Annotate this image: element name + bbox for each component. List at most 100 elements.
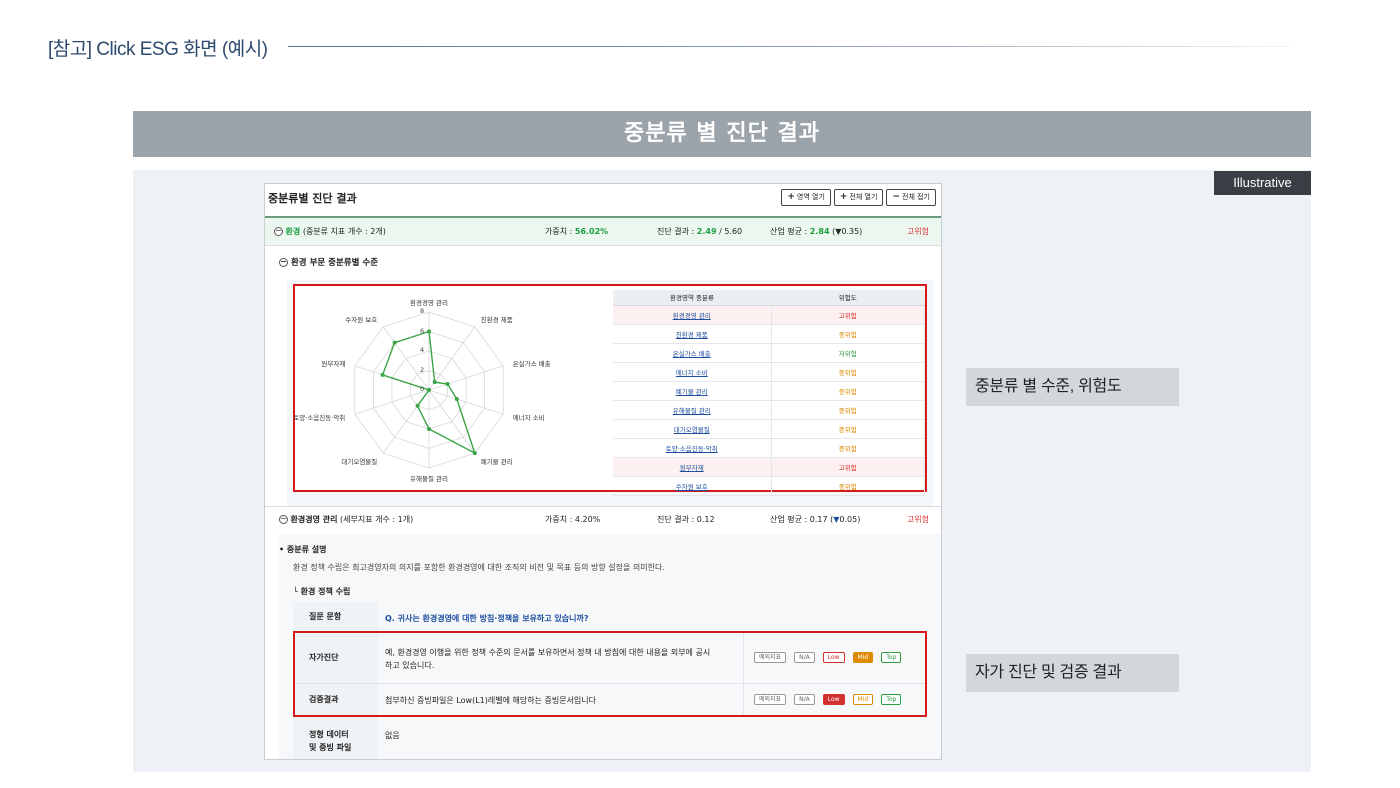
radar-spoke [382,326,430,391]
table-row: 유해물질 관리 중위험 [613,400,925,420]
category-link[interactable]: 온실가스 배출 [613,343,772,363]
risk-value: 중위험 [771,381,925,401]
minus-icon: − [892,192,900,202]
risk-value: 중위험 [771,438,925,458]
category-link[interactable]: 친환경 제품 [613,324,772,344]
collapse-icon[interactable]: − [274,227,283,236]
esg-screen: 중분류별 진단 결과 + 영역 열기 + 전체 열기 − 전체 접기 − 환경 (중분… [264,183,942,760]
mgmt-result: 진단 결과 : 0.12 [657,515,715,524]
table-header-risk: 위험도 [771,290,925,306]
callout-level-risk: 중분류 별 수준, 위험도 [966,368,1179,406]
table-header-category: 환경영역 중분류 [613,290,771,306]
radar-point [454,397,459,402]
sub-heading[interactable]: − 환경 부문 중분류별 수준 [279,256,378,268]
environment-summary-row[interactable]: − 환경 (중분류 지표 개수 : 2개) 가중치 : 56.02% 진단 결과… [265,216,941,246]
radar-axis-label: 환경경영 관리 [410,299,448,307]
risk-value: 저위험 [771,343,925,363]
description-text: 환경 정책 수립은 최고경영자의 의지를 포함한 환경경영에 대한 조직의 비전… [293,563,665,572]
radar-point [415,403,420,408]
description-heading: • 중분류 설명 [279,545,327,554]
callout-self-diagnosis: 자가 진단 및 검증 결과 [966,654,1179,692]
industry-average: 산업 평균 : 2.84 (▼0.35) [770,227,863,236]
radar-tick-label: 4 [420,346,425,354]
risk-value: 중위험 [771,400,925,420]
title-divider [288,46,1292,47]
diagnosis-highlight-box [293,631,927,717]
table-row: 수자원 보호 중위험 [613,476,925,496]
risk-value: 고위험 [771,305,925,325]
data-file-value: 없음 [385,731,400,740]
mgmt-weight: 가중치 : 4.20% [545,515,601,524]
category-link[interactable]: 에너지 소비 [613,362,772,382]
radar-tick-label: 8 [420,307,425,315]
collapse-all-button[interactable]: − 전체 접기 [886,189,936,206]
table-row: 친환경 제품 중위험 [613,324,925,344]
collapse-icon[interactable]: − [279,258,288,267]
slide: [참고] Click ESG 화면 (예시) 중분류 별 진단 결과 Illus… [0,0,1400,788]
plus-icon: + [839,192,848,202]
category-link[interactable]: 토양·소음진동·악취 [613,438,772,458]
category-risk-table: 환경영역 중분류 위험도 환경경영 관리 고위험 친환경 제품 중위험 온실가스 배출 저… [613,290,925,496]
weight: 가중치 : 56.02% [545,227,609,236]
table-row: 원부자재 고위험 [613,457,925,477]
radar-axis-label: 원부자재 [321,359,346,368]
question-row: 질문 문항 Q. 귀사는 환경경영에 대한 방침·정책을 보유하고 있습니까? [293,602,927,632]
category-link[interactable]: 폐기물 관리 [613,381,772,401]
radar-point [427,388,431,392]
illustrative-badge: Illustrative [1214,171,1311,195]
radar-tick-label: 2 [420,365,425,374]
radar-axis-label: 온실가스 배출 [512,359,551,368]
radar-axis-label: 수자원 보호 [345,315,378,324]
risk-value: 중위험 [771,324,925,344]
diagnosis-result: 진단 결과 : 2.49 / 5.60 [657,227,743,236]
screen-title: 중분류별 진단 결과 [268,192,357,205]
radar-axis-label: 폐기물 관리 [480,458,513,467]
slide-title: [참고] Click ESG 화면 (예시) [48,39,268,60]
category-link[interactable]: 대기오염물질 [613,419,772,439]
table-row: 대기오염물질 중위험 [613,419,925,439]
radar-axis-label: 유해물질 관리 [410,475,448,483]
radar-point [427,329,431,334]
environment-label: 환경 [285,227,301,236]
table-row: 폐기물 관리 중위험 [613,381,925,401]
mgmt-risk: 고위험 [906,515,929,524]
data-file-row: 정형 데이터 및 증빙 파일 없음 [293,716,927,759]
radar-and-table-highlight: 환경경영 관리 친환경 제품 온실가스 배출 에너지 소비 폐기물 관리 유해물질 관리 대… [293,284,927,496]
radar-point [380,372,385,377]
plus-icon: + [787,192,795,202]
radar-axis-label: 대기오염물질 [341,458,378,467]
table-row: 환경경영 관리 고위험 [613,305,925,325]
category-link[interactable]: 환경경영 관리 [613,305,772,325]
mgmt-average: 산업 평균 : 0.17 (▼0.05) [770,515,861,524]
radar-tick-label: 0 [420,385,425,393]
expand-all-button[interactable]: + 전체 열기 [833,189,884,206]
collapse-icon[interactable]: − [279,515,288,524]
table-row: 토양·소음진동·악취 중위험 [613,438,925,458]
radar-point [445,381,450,386]
radar-tick-label: 6 [420,326,425,335]
table-row: 온실가스 배출 저위험 [613,343,925,363]
risk-badge: 고위험 [906,227,929,236]
risk-value: 중위험 [771,362,925,382]
radar-point [427,427,431,431]
category-link[interactable]: 원부자재 [613,457,772,477]
expand-area-button[interactable]: + 영역 열기 [781,189,831,206]
category-link[interactable]: 수자원 보호 [613,476,772,496]
question-text[interactable]: Q. 귀사는 환경경영에 대한 방침·정책을 보유하고 있습니까? [385,613,589,624]
radar-point [432,380,437,385]
radar-point [392,340,397,345]
risk-value: 고위험 [771,457,925,477]
radar-axis-label: 에너지 소비 [512,414,545,423]
section-banner: 중분류 별 진단 결과 [133,111,1311,157]
mgmt-summary-row[interactable]: − 환경경영 관리 (세부지표 개수 : 1개) 가중치 : 4.20% 진단 … [265,506,941,534]
risk-value: 중위험 [771,476,925,496]
radar-point [472,451,477,456]
risk-value: 중위험 [771,419,925,439]
radar-spoke [428,389,476,454]
toolbar: + 영역 열기 + 전체 열기 − 전체 접기 [781,189,936,206]
radar-axis-label: 친환경 제품 [480,315,513,324]
radar-axis-label: 토양·소음진동·악취 [293,414,346,423]
category-link[interactable]: 유해물질 관리 [613,400,772,420]
table-row: 에너지 소비 중위험 [613,362,925,382]
policy-heading: └ 환경 정책 수립 [293,587,351,596]
